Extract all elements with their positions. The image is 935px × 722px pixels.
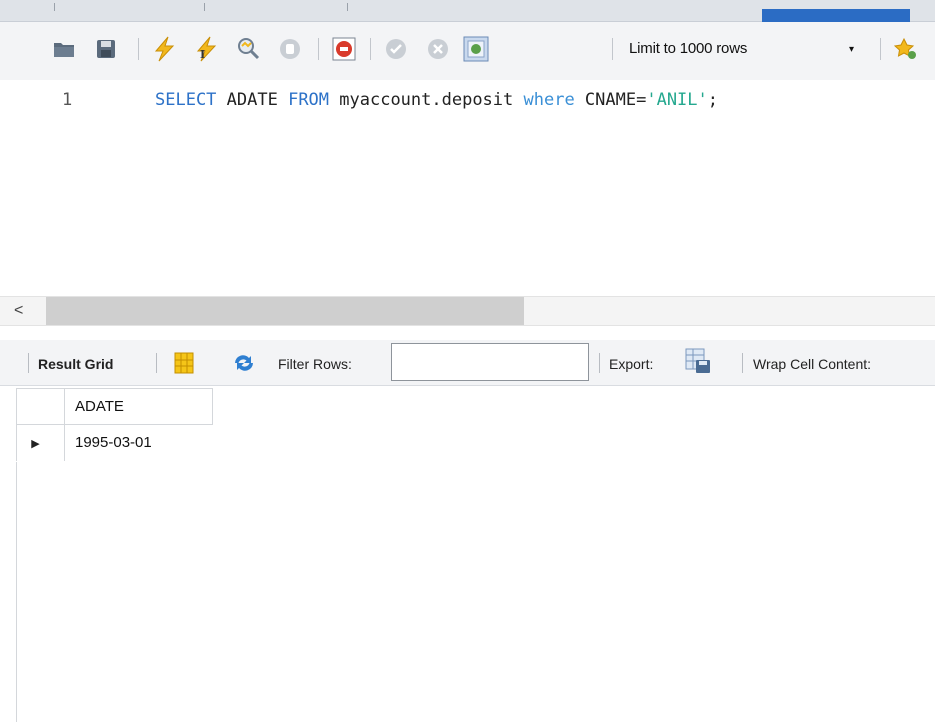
sql-table: myaccount.deposit — [329, 90, 524, 110]
sql-condition: CNAME= — [574, 90, 647, 110]
scrollbar-thumb[interactable] — [46, 297, 524, 325]
toolbar-separator — [612, 38, 613, 60]
limit-rows-select[interactable]: Limit to 1000 rows — [629, 40, 747, 57]
grid-left-border — [16, 462, 17, 722]
beautify-icon[interactable] — [891, 36, 919, 62]
grid-cell[interactable]: 1995-03-01 — [64, 424, 213, 461]
current-row-icon: ▶ — [31, 438, 40, 451]
row-header[interactable]: ▶ — [16, 424, 65, 461]
sql-keyword: FROM — [288, 90, 330, 110]
toolbar-separator — [742, 353, 743, 373]
toolbar-separator — [880, 38, 881, 60]
toolbar-separator — [156, 353, 157, 373]
table-row[interactable]: ▶ 1995-03-01 — [16, 424, 213, 461]
export-label: Export: — [609, 356, 654, 372]
filter-rows-label: Filter Rows: — [278, 356, 352, 372]
commit-icon[interactable] — [382, 36, 410, 62]
result-grid-tab[interactable]: Result Grid — [38, 356, 113, 372]
result-grid: ADATE ▶ 1995-03-01 — [16, 388, 213, 461]
tab-separator — [347, 3, 348, 11]
toolbar-separator — [370, 38, 371, 60]
tab-strip — [0, 0, 935, 22]
export-icon[interactable] — [684, 348, 712, 374]
sql-keyword: SELECT — [155, 90, 217, 110]
execute-icon[interactable] — [150, 36, 178, 62]
scroll-left-icon[interactable]: < — [14, 302, 23, 320]
execute-current-icon[interactable]: I — [192, 36, 220, 62]
sql-terminator: ; — [707, 90, 719, 110]
rollback-icon[interactable] — [424, 36, 452, 62]
toolbar-separator — [318, 38, 319, 60]
grid-layout-icon[interactable] — [170, 350, 198, 376]
sql-column: ADATE — [216, 90, 289, 110]
column-header-adate[interactable]: ADATE — [64, 388, 213, 425]
sql-string: 'ANIL' — [646, 90, 708, 110]
row-header-corner[interactable] — [16, 388, 65, 425]
active-tab[interactable] — [762, 9, 910, 22]
explain-icon[interactable] — [234, 36, 262, 62]
toggle-error-icon[interactable] — [330, 36, 358, 62]
filter-rows-input[interactable] — [391, 343, 589, 381]
tab-separator — [54, 3, 55, 11]
sql-keyword: where — [523, 90, 575, 110]
wrap-cell-content-label[interactable]: Wrap Cell Content: — [753, 356, 871, 372]
toolbar-separator — [138, 38, 139, 60]
stop-icon[interactable] — [276, 36, 304, 62]
autocommit-icon[interactable] — [462, 36, 490, 62]
chevron-down-icon[interactable]: ▾ — [849, 44, 854, 55]
open-folder-icon[interactable] — [50, 36, 78, 62]
grid-header-row: ADATE — [16, 388, 213, 425]
refresh-icon[interactable] — [230, 350, 258, 376]
sql-editor[interactable] — [0, 80, 935, 290]
toolbar-separator — [28, 353, 29, 373]
toolbar-separator — [599, 353, 600, 373]
tab-separator — [204, 3, 205, 11]
svg-text:I: I — [200, 48, 205, 61]
line-number: 1 — [62, 90, 73, 110]
sql-code-line[interactable]: SELECT ADATE FROM myaccount.deposit wher… — [155, 90, 718, 110]
horizontal-scrollbar[interactable]: < — [0, 296, 935, 326]
save-icon[interactable] — [92, 36, 120, 62]
